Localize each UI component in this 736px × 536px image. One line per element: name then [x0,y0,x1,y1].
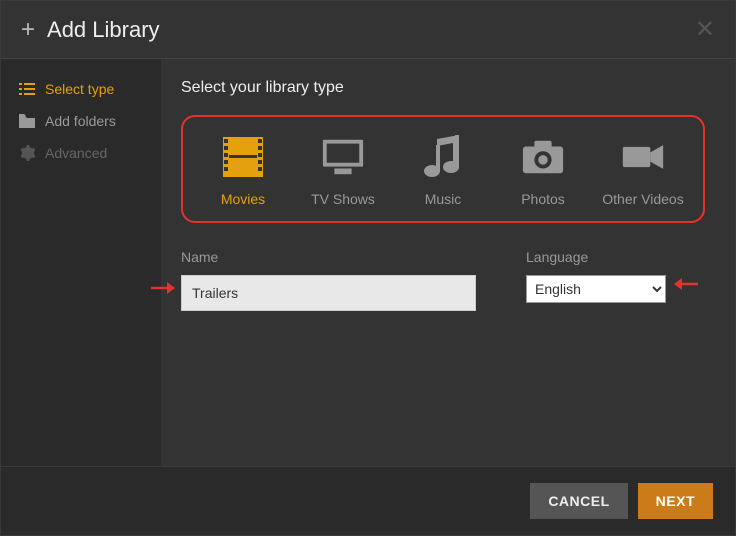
sidebar-item-add-folders[interactable]: Add folders [1,105,161,137]
film-icon [221,135,265,179]
arrow-annotation-icon [670,275,700,298]
section-title: Select your library type [181,79,705,97]
sidebar-item-select-type[interactable]: Select type [1,73,161,105]
main-panel: Select your library type Movies TV Shows [161,59,735,466]
library-type-selector: Movies TV Shows Music [181,115,705,223]
video-camera-icon [621,135,665,179]
type-label: TV Shows [311,191,375,207]
add-library-modal: + Add Library ✕ Select type Add folders [0,0,736,536]
wizard-sidebar: Select type Add folders Advanced [1,59,161,466]
list-icon [19,83,35,95]
camera-icon [521,135,565,179]
modal-footer: CANCEL NEXT [1,466,735,535]
sidebar-item-label: Advanced [45,145,107,161]
type-label: Photos [521,191,565,207]
next-button[interactable]: NEXT [638,483,713,519]
type-label: Other Videos [602,191,683,207]
type-label: Music [425,191,462,207]
tv-icon [321,135,365,179]
gear-icon [19,145,35,161]
sidebar-item-label: Add folders [45,113,116,129]
modal-header: + Add Library ✕ [1,1,735,59]
type-other-videos[interactable]: Other Videos [598,135,688,207]
language-label: Language [526,249,666,265]
music-icon [421,135,465,179]
type-photos[interactable]: Photos [498,135,588,207]
sidebar-item-label: Select type [45,81,114,97]
language-group: Language English [526,249,666,311]
name-label: Name [181,249,476,265]
modal-body: Select type Add folders Advanced Select … [1,59,735,466]
sidebar-item-advanced[interactable]: Advanced [1,137,161,169]
name-group: Name [181,249,476,311]
folder-icon [19,114,35,128]
type-tv-shows[interactable]: TV Shows [298,135,388,207]
language-select[interactable]: English [526,275,666,303]
type-movies[interactable]: Movies [198,135,288,207]
type-music[interactable]: Music [398,135,488,207]
cancel-button[interactable]: CANCEL [530,483,627,519]
name-input[interactable] [181,275,476,311]
type-label: Movies [221,191,265,207]
modal-title: Add Library [47,17,160,43]
form-row: Name Language English [181,249,705,311]
plus-icon: + [21,16,35,44]
close-icon[interactable]: ✕ [695,15,715,44]
header-left: + Add Library [21,16,160,44]
arrow-annotation-icon [149,279,179,302]
